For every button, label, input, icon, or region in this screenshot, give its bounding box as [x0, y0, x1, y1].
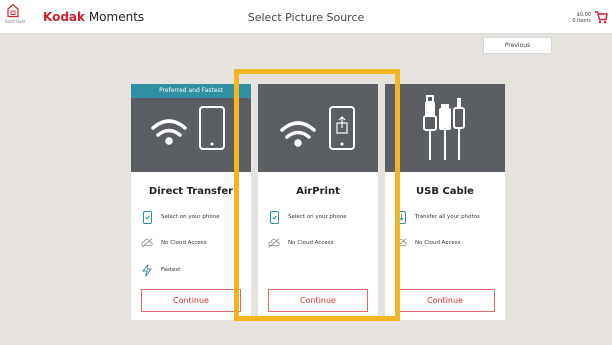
card-image: Preferred and Fastest [131, 84, 251, 172]
phone-check-icon [141, 210, 153, 224]
phone-icon [199, 106, 225, 150]
card-title: Direct Transfer [148, 186, 234, 197]
cart-item-count: 0 items [572, 18, 591, 24]
continue-button[interactable]: Continue [141, 289, 241, 312]
feature-text: No Cloud Access [415, 240, 461, 246]
cart-icon[interactable] [594, 10, 608, 24]
feature-text: Fastest [161, 267, 181, 273]
wifi-icon [151, 119, 187, 145]
feature-no-cloud: No Cloud Access [395, 236, 461, 250]
feature-transfer-all: Transfer all your photos [395, 210, 480, 224]
continue-button[interactable]: Continue [395, 289, 495, 312]
card-title: USB Cable [416, 186, 474, 197]
feature-text: Select on your phone [161, 214, 220, 220]
preferred-badge: Preferred and Fastest [131, 84, 251, 98]
cart-summary[interactable]: $0.00 0 items [572, 12, 591, 24]
card-usb-cable[interactable]: USB Cable Transfer all your photos No Cl… [385, 84, 505, 320]
lightning-icon [141, 263, 153, 277]
card-image [385, 84, 505, 172]
top-bar: Start Over Kodak Moments Select Picture … [0, 0, 612, 34]
page-title: Select Picture Source [247, 11, 365, 24]
usb-cable-icon [423, 95, 465, 160]
card-direct-transfer[interactable]: Preferred and Fastest Direct Transfer Se… [131, 84, 251, 320]
feature-no-cloud: No Cloud Access [141, 236, 207, 250]
no-cloud-icon [141, 236, 153, 250]
previous-button[interactable]: Previous [483, 37, 552, 54]
feature-text: No Cloud Access [161, 240, 207, 246]
feature-fastest: Fastest [141, 263, 180, 277]
selection-highlight [234, 69, 400, 321]
feature-select-on-phone: Select on your phone [141, 210, 220, 224]
feature-text: Transfer all your photos [415, 214, 480, 220]
